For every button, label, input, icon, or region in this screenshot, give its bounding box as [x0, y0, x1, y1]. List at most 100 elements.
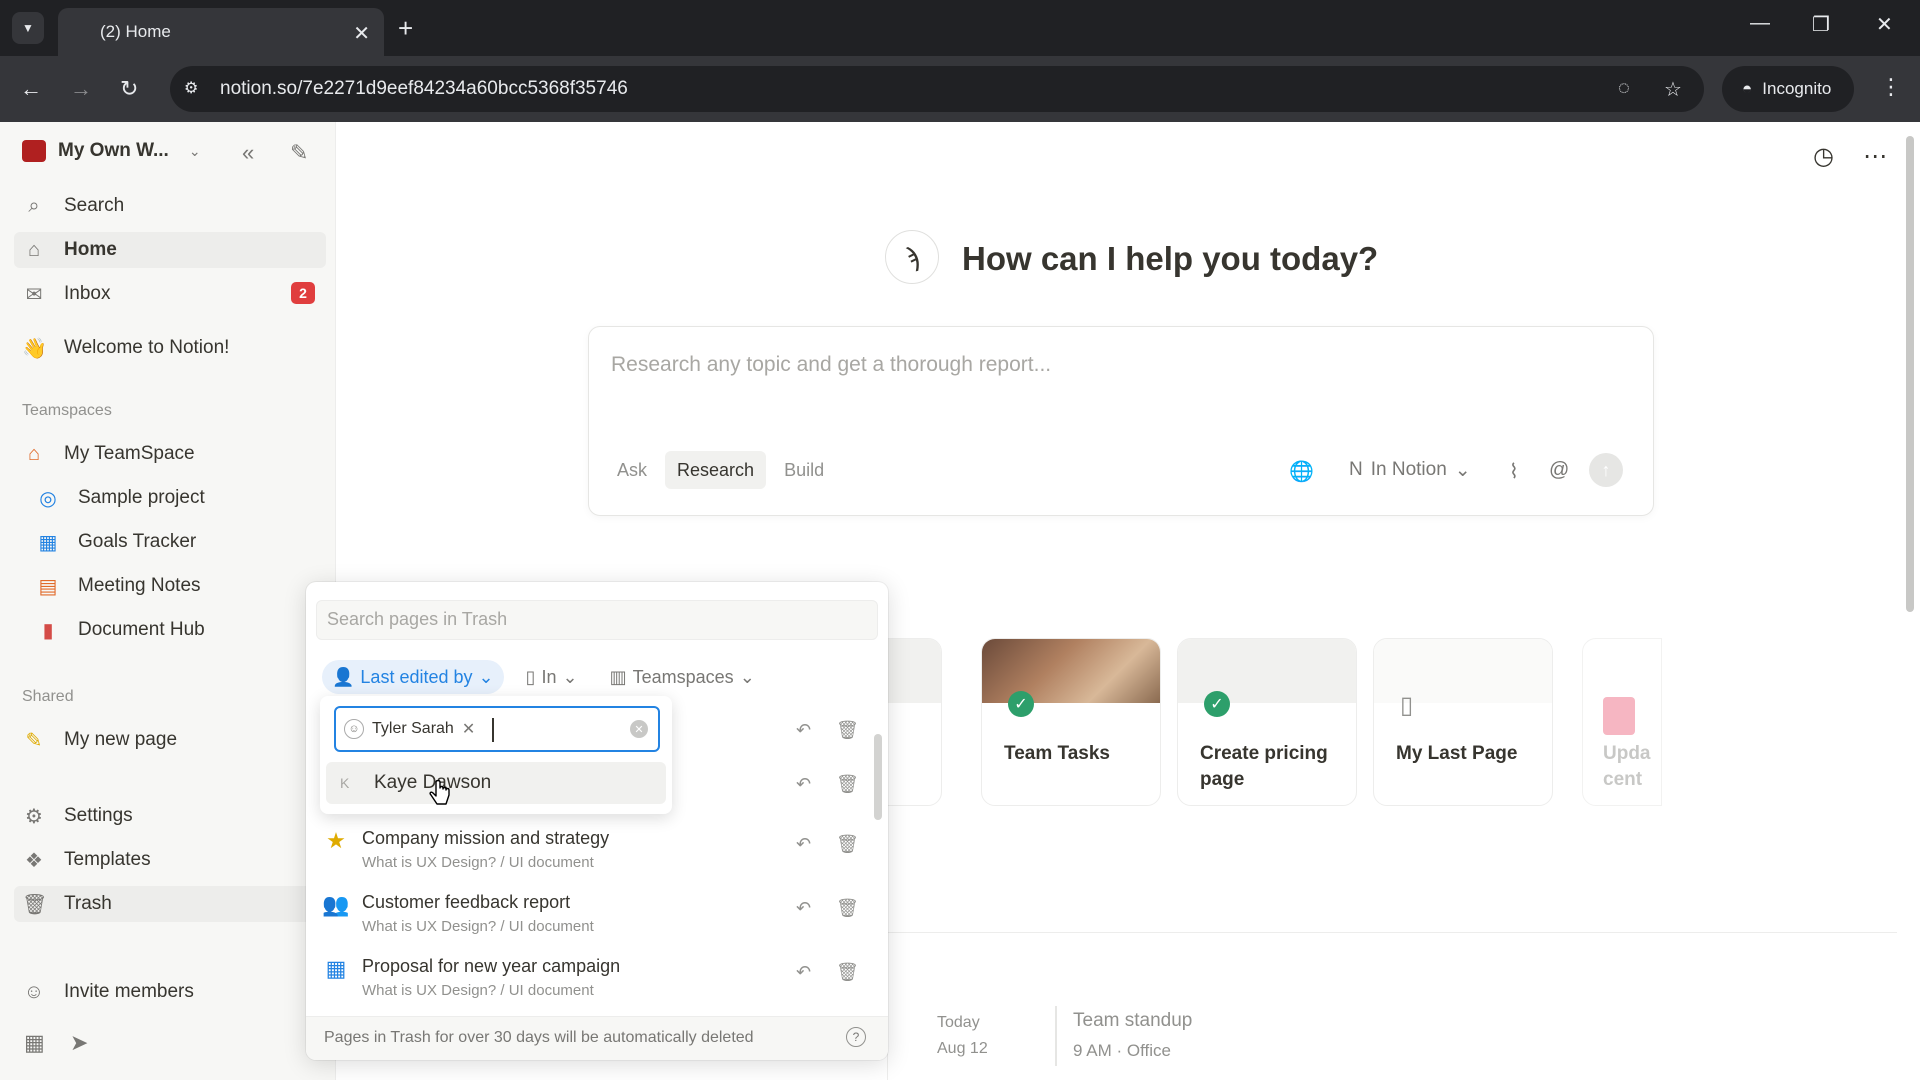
filter-teamspaces[interactable]: ▥ Teamspaces ⌄ — [600, 660, 765, 694]
trash-row-customer-feedback[interactable]: 👥 Customer feedback report What is UX De… — [322, 888, 862, 948]
more-options-icon[interactable]: ⋯ — [1863, 142, 1887, 171]
forward-icon[interactable]: → — [70, 75, 92, 103]
sidebar-item-templates[interactable]: ❖ Templates — [22, 842, 151, 878]
bookmark-star-icon[interactable]: ☆ — [1664, 77, 1682, 102]
incognito-badge[interactable]: ◓ Incognito — [1722, 66, 1854, 112]
browser-menu-icon[interactable]: ⋮ — [1880, 74, 1902, 100]
delete-icon[interactable]: 🗑 — [836, 962, 859, 983]
filter-in[interactable]: ▯ In ⌄ — [516, 660, 588, 694]
restore-icon[interactable]: ↶ — [796, 720, 811, 741]
trash-row-proposal[interactable]: ▦ Proposal for new year campaign What is… — [322, 952, 862, 1012]
url-text[interactable]: notion.so/7e2271d9eef84234a60bcc5368f357… — [220, 78, 628, 100]
restore-icon[interactable]: ↶ — [796, 834, 811, 855]
sidebar-item-label: My TeamSpace — [64, 443, 195, 464]
person-search-input[interactable]: ☺ Tyler Sarah ✕ ✕ — [334, 706, 660, 752]
omnibox[interactable]: ⚙ notion.so/7e2271d9eef84234a60bcc5368f3… — [170, 66, 1704, 112]
calendar-app-icon[interactable]: ▦ — [24, 1030, 45, 1056]
close-window-icon[interactable]: ✕ — [1876, 12, 1893, 37]
schedule-date-value: Aug 12 — [937, 1040, 988, 1057]
sidebar-item-label: Document Hub — [78, 619, 205, 640]
person-option-kaye-dawson[interactable]: K Kaye Dawson — [326, 762, 666, 804]
sidebar-item-sample-project[interactable]: ◎ Sample project — [36, 480, 204, 516]
tab-build[interactable]: Build — [772, 451, 836, 489]
site-info-icon[interactable]: ⚙ — [184, 78, 204, 98]
sidebar-item-label: Search — [64, 195, 125, 216]
sidebar-item-search[interactable]: ⌕ Search — [22, 188, 124, 224]
tab-title: (2) Home — [100, 22, 171, 41]
clear-icon[interactable]: ✕ — [630, 720, 648, 738]
trash-row-company-mission[interactable]: ★ Company mission and strategy What is U… — [322, 824, 862, 884]
sidebar: My Own W... ⌄ « ✎ ⌕ Search ⌂ Home ✉ Inbo… — [0, 122, 336, 1080]
history-icon[interactable]: ◷ — [1813, 142, 1834, 171]
hand-cursor-icon — [429, 780, 450, 805]
mode-tabs: Ask Research Build — [605, 451, 836, 489]
check-icon: ✓ — [1008, 691, 1034, 717]
new-page-icon[interactable]: ✎ — [290, 140, 308, 166]
restore-icon[interactable]: ❐ — [1812, 12, 1830, 37]
sidebar-item-home[interactable]: ⌂ Home — [14, 232, 326, 268]
calendar-icon: ▦ — [325, 956, 347, 981]
restore-icon[interactable]: ↶ — [796, 962, 811, 983]
check-icon: ✓ — [1204, 691, 1230, 717]
delete-icon[interactable]: 🗑 — [836, 898, 859, 919]
sidebar-item-inbox[interactable]: ✉ Inbox — [22, 276, 111, 312]
card-title: Create pricing page — [1200, 743, 1328, 790]
send-button[interactable]: ↑ — [1589, 453, 1623, 487]
recent-card-my-last-page[interactable]: ▯ My Last Page — [1373, 638, 1553, 806]
sidebar-item-welcome[interactable]: 👋 Welcome to Notion! — [22, 330, 229, 366]
sidebar-item-document-hub[interactable]: ▮ Document Hub — [36, 612, 205, 648]
sidebar-item-trash[interactable]: 🗑 Trash — [14, 886, 326, 922]
collapse-sidebar-icon[interactable]: « — [242, 140, 254, 166]
recent-card-create-pricing[interactable]: ✓ Create pricing page — [1177, 638, 1357, 806]
delete-icon[interactable]: 🗑 — [836, 774, 859, 795]
page-icon: ▯ — [525, 666, 536, 687]
globe-icon[interactable]: 🌐 — [1289, 459, 1314, 484]
tab-list-button[interactable]: ▼ — [12, 12, 44, 44]
trash-list-scrollbar[interactable] — [874, 734, 882, 820]
workspace-switcher[interactable]: My Own W... ⌄ — [22, 140, 201, 162]
tab-ask[interactable]: Ask — [605, 451, 659, 489]
sidebar-item-meeting-notes[interactable]: ▤ Meeting Notes — [36, 568, 201, 604]
templates-icon: ❖ — [25, 849, 43, 872]
attach-icon[interactable]: ⌇ — [1509, 459, 1519, 484]
sidebar-item-settings[interactable]: ⚙ Settings — [22, 798, 133, 834]
chart-icon: ▦ — [38, 531, 58, 554]
delete-icon[interactable]: 🗑 — [836, 720, 859, 741]
sidebar-item-invite-members[interactable]: ☺ Invite members — [22, 974, 194, 1010]
new-tab-icon[interactable]: + — [398, 12, 413, 44]
schedule-event[interactable]: Team standup 9 AM · Office — [1055, 1006, 1192, 1066]
composer-input[interactable]: Research any topic and get a thorough re… — [611, 353, 1051, 377]
mention-icon[interactable]: @ — [1549, 459, 1569, 482]
recent-card-partial[interactable]: Upda cent — [1582, 638, 1662, 806]
person-filter-dropdown: ☺ Tyler Sarah ✕ ✕ K Kaye Dawson — [320, 696, 672, 814]
restore-icon[interactable]: ↶ — [796, 898, 811, 919]
trash-footer-text: Pages in Trash for over 30 days will be … — [324, 1029, 754, 1046]
target-icon: ◎ — [39, 487, 57, 510]
restore-icon[interactable]: ↶ — [796, 774, 811, 795]
avatar: K — [340, 775, 350, 791]
reload-icon[interactable]: ↻ — [120, 75, 138, 103]
sidebar-item-my-new-page[interactable]: ✎ My new page — [22, 722, 177, 758]
browser-addressbar: ← → ↻ ⚙ notion.so/7e2271d9eef84234a60bcc… — [0, 56, 1920, 122]
back-icon[interactable]: ← — [20, 75, 42, 103]
schedule-panel — [887, 932, 1897, 1080]
sidebar-item-my-teamspace[interactable]: ⌂ My TeamSpace — [22, 436, 195, 472]
main-scrollbar[interactable] — [1906, 136, 1914, 612]
eye-off-icon[interactable]: ◌ — [1618, 77, 1630, 100]
recent-card-team-tasks[interactable]: ✓ Team Tasks — [981, 638, 1161, 806]
minimize-icon[interactable]: — — [1750, 12, 1770, 35]
sidebar-item-goals-tracker[interactable]: ▦ Goals Tracker — [36, 524, 197, 560]
source-selector[interactable]: N In Notion ⌄ — [1349, 453, 1471, 487]
ai-composer[interactable]: Research any topic and get a thorough re… — [588, 326, 1654, 516]
tab-close-icon[interactable]: ✕ — [353, 21, 370, 46]
schedule-date: Today Aug 12 — [937, 1010, 988, 1062]
sidebar-item-label: Meeting Notes — [78, 575, 201, 596]
send-icon[interactable]: ➤ — [70, 1030, 88, 1056]
tab-research[interactable]: Research — [665, 451, 767, 489]
trash-search-input[interactable]: Search pages in Trash — [316, 600, 878, 640]
remove-tag-icon[interactable]: ✕ — [462, 719, 475, 739]
filter-last-edited-by[interactable]: 👤 Last edited by ⌄ — [322, 660, 504, 694]
help-icon[interactable]: ? — [846, 1027, 866, 1047]
browser-tab-home[interactable]: (2) Home ✕ — [58, 8, 384, 56]
delete-icon[interactable]: 🗑 — [836, 834, 859, 855]
